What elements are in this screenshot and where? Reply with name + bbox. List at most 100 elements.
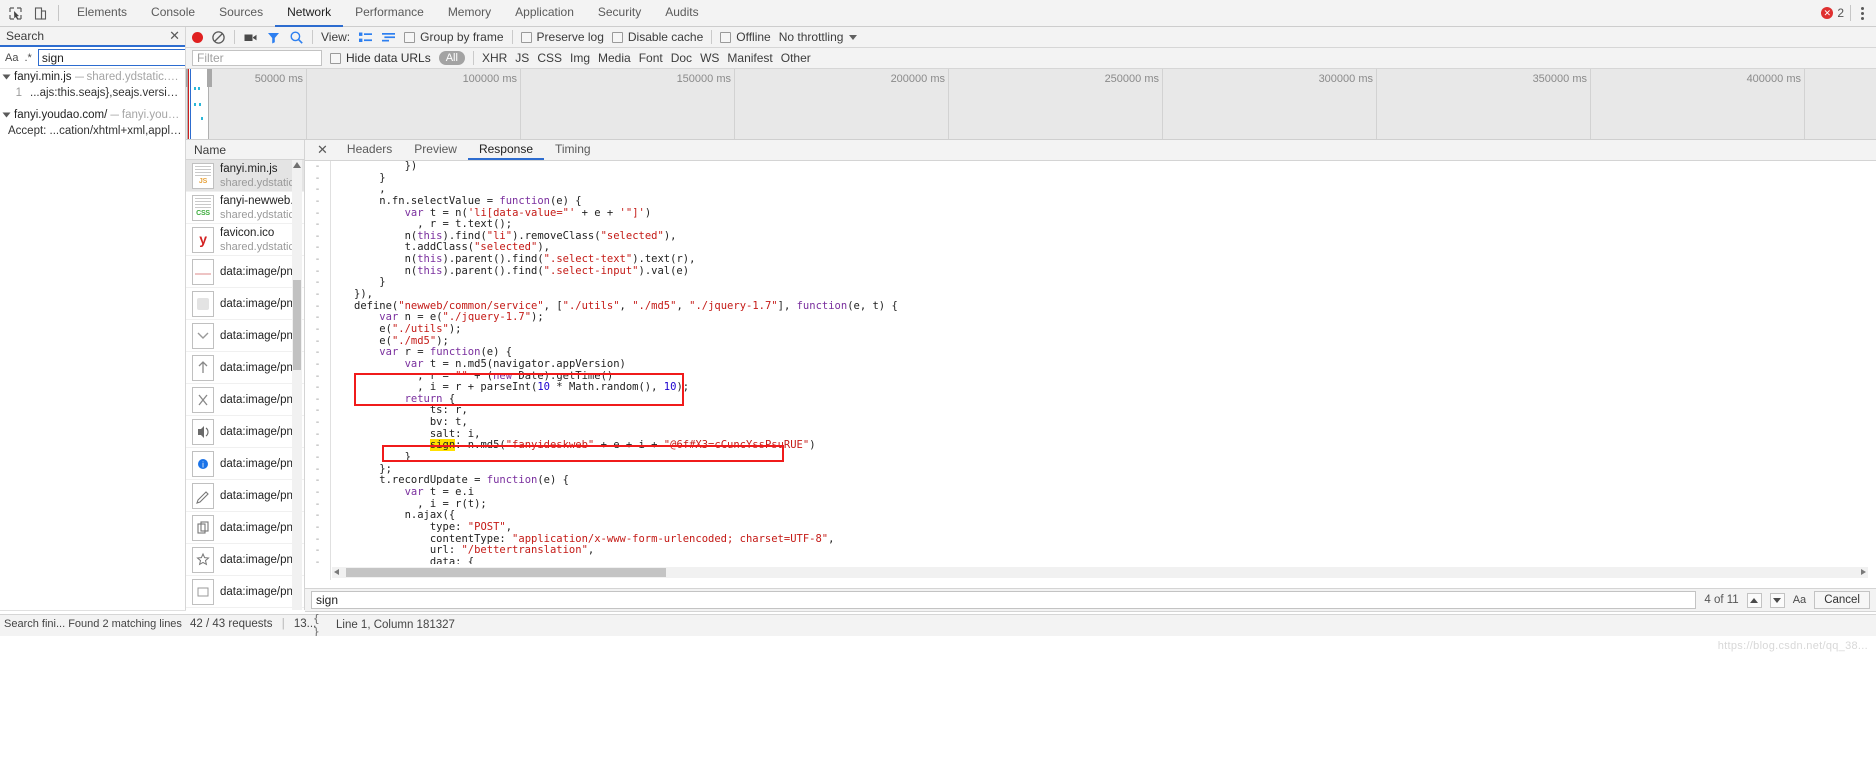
tab-audits[interactable]: Audits [653,0,710,27]
code-fold-marker[interactable]: - [305,242,330,254]
code-fold-marker[interactable]: - [305,545,330,557]
tab-console[interactable]: Console [139,0,207,27]
code-fold-marker[interactable]: - [305,184,330,196]
tab-timing[interactable]: Timing [544,140,602,160]
code-fold-marker[interactable]: - [305,161,330,173]
code-fold-marker[interactable]: - [305,196,330,208]
filter-icon[interactable] [266,30,281,45]
tab-performance[interactable]: Performance [343,0,436,27]
tab-sources[interactable]: Sources [207,0,275,27]
table-row[interactable]: CSS fanyi-newweb.. shared.ydstatic. [186,192,304,224]
tab-memory[interactable]: Memory [436,0,503,27]
table-row[interactable]: data:image/pn. [186,480,304,512]
filter-type-img[interactable]: Img [570,51,590,65]
tab-application[interactable]: Application [503,0,586,27]
disable-cache-checkbox[interactable]: Disable cache [611,30,703,44]
code-fold-marker[interactable]: - [305,382,330,394]
record-button[interactable] [192,31,203,43]
code-fold-marker[interactable]: - [305,534,330,546]
filter-type-media[interactable]: Media [598,51,631,65]
code-fold-marker[interactable]: - [305,452,330,464]
filter-input[interactable] [192,50,322,66]
table-row[interactable]: data:image/pn. [186,256,304,288]
scroll-left-arrow[interactable] [334,569,339,575]
code-fold-marker[interactable]: - [305,487,330,499]
code-fold-marker[interactable]: - [305,301,330,313]
table-row[interactable]: y favicon.ico shared.ydstatic [186,224,304,256]
find-match-case-toggle[interactable]: Aa [1793,594,1806,606]
group-by-frame-checkbox[interactable]: Group by frame [404,30,504,44]
code-fold-marker[interactable]: - [305,475,330,487]
code-fold-marker[interactable]: - [305,510,330,522]
table-row[interactable]: JS fanyi.min.js shared.ydstatic [186,160,304,192]
code-fold-marker[interactable]: - [305,312,330,324]
response-code-viewer[interactable]: ----------------------------------- }) }… [305,161,1876,580]
code-fold-marker[interactable]: - [305,324,330,336]
regex-toggle[interactable]: .* [24,52,31,64]
offline-checkbox[interactable]: Offline [720,30,771,44]
code-fold-marker[interactable]: - [305,231,330,243]
cancel-button[interactable]: Cancel [1814,591,1870,609]
filter-type-doc[interactable]: Doc [671,51,692,65]
search-result-file[interactable]: fanyi.youdao.com/ — fanyi.youdao.c... [0,107,186,123]
filter-type-all[interactable]: All [438,51,465,65]
code-fold-marker[interactable]: - [305,219,330,231]
code-fold-marker[interactable]: - [305,464,330,476]
requests-scrollbar[interactable] [292,160,302,610]
inspect-element-icon[interactable] [8,6,23,21]
code-fold-marker[interactable]: - [305,371,330,383]
format-code-icon[interactable]: { } [313,612,328,638]
overview-selection-window[interactable] [186,69,212,139]
filter-type-css[interactable]: CSS [537,51,562,65]
code-fold-marker[interactable]: - [305,359,330,371]
network-overview-timeline[interactable]: 50000 ms 100000 ms 150000 ms 200000 ms 2… [186,69,1876,140]
overview-right-handle[interactable] [207,69,212,87]
code-fold-marker[interactable]: - [305,440,330,452]
filter-type-js[interactable]: JS [515,51,529,65]
throttling-select[interactable]: No throttling [779,30,858,44]
table-row[interactable]: data:image/pn. [186,544,304,576]
tab-security[interactable]: Security [586,0,653,27]
clear-icon[interactable] [211,30,226,45]
code-fold-marker[interactable]: - [305,499,330,511]
code-fold-marker[interactable]: - [305,277,330,289]
filter-type-other[interactable]: Other [781,51,811,65]
error-badge[interactable]: ✕ 2 [1821,6,1844,20]
table-row[interactable]: data:image/pn. [186,416,304,448]
chevron-down-icon[interactable] [2,112,11,118]
filter-type-manifest[interactable]: Manifest [727,51,772,65]
tab-preview[interactable]: Preview [403,140,468,160]
search-result-line[interactable]: 1 ...ajs:this.seajs},seajs.version="1.3.… [0,85,186,101]
scrollbar-thumb[interactable] [346,568,666,577]
requests-list[interactable]: JS fanyi.min.js shared.ydstatic CSS fany… [186,160,305,610]
search-result-line[interactable]: Accept: ...cation/xhtml+xml,applicati... [0,123,186,139]
code-fold-marker[interactable]: - [305,266,330,278]
tab-headers[interactable]: Headers [336,140,403,160]
table-row[interactable]: data:image/pn. [186,288,304,320]
filter-type-font[interactable]: Font [639,51,663,65]
chevron-down-icon[interactable] [2,74,11,80]
preserve-log-checkbox[interactable]: Preserve log [520,30,604,44]
search-result-file[interactable]: fanyi.min.js — shared.ydstatic.com/fa... [0,69,186,85]
code-content[interactable]: }) } , n.fn.selectValue = function(e) { … [332,161,1876,564]
code-fold-marker[interactable]: - [305,417,330,429]
code-fold-marker[interactable]: - [305,336,330,348]
match-case-toggle[interactable]: Aa [5,52,18,64]
table-row[interactable]: data:image/pn. [186,320,304,352]
tab-response[interactable]: Response [467,140,544,160]
hide-data-urls-checkbox[interactable]: Hide data URLs [330,51,431,65]
code-fold-marker[interactable]: - [305,289,330,301]
close-icon[interactable]: ✕ [309,140,336,160]
code-fold-marker[interactable]: - [305,405,330,417]
tab-network[interactable]: Network [275,0,344,27]
code-fold-marker[interactable]: - [305,522,330,534]
tab-elements[interactable]: Elements [65,0,139,27]
filter-type-xhr[interactable]: XHR [482,51,507,65]
show-overview-icon[interactable] [381,31,396,44]
code-fold-marker[interactable]: - [305,557,330,569]
code-fold-marker[interactable]: - [305,254,330,266]
code-fold-marker[interactable]: - [305,208,330,220]
code-fold-marker[interactable]: - [305,394,330,406]
chevron-up-icon[interactable] [1746,592,1762,608]
table-row[interactable]: i data:image/pn. [186,448,304,480]
